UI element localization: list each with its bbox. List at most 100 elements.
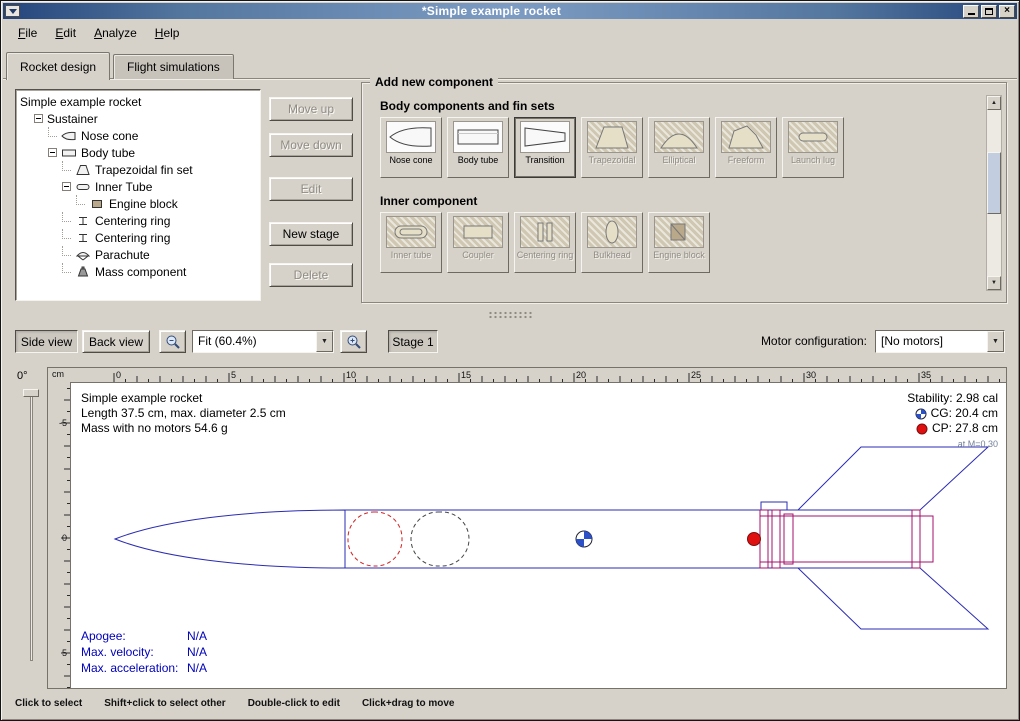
tree-item-label: Trapezoidal fin set — [95, 163, 193, 177]
trapezoidal-icon — [587, 121, 637, 153]
add-bulkhead-button[interactable]: Bulkhead — [581, 212, 643, 273]
add-coupler-button[interactable]: Coupler — [447, 212, 509, 273]
side-view-button[interactable]: Side view — [15, 330, 78, 353]
tree-item-centering-ring[interactable]: Centering ring — [16, 212, 260, 229]
rocket-mass: Mass with no motors 54.6 g — [81, 421, 286, 436]
elliptical-icon — [654, 121, 704, 153]
titlebar[interactable]: *Simple example rocket × — [3, 3, 1017, 19]
zoom-out-button[interactable] — [159, 330, 186, 353]
tree-connector — [62, 161, 71, 171]
svg-text:0: 0 — [62, 533, 67, 543]
add-engine-block-button[interactable]: Engine block — [648, 212, 710, 273]
nosecone-icon — [386, 121, 436, 153]
svg-text:30: 30 — [806, 370, 816, 380]
tab-rocket-design[interactable]: Rocket design — [6, 52, 110, 80]
flight-row-max-acceleration: Max. acceleration:N/A — [81, 660, 207, 676]
engineblock-icon — [89, 198, 105, 210]
tree-item-centering-ring[interactable]: Centering ring — [16, 229, 260, 246]
tree-item-parachute[interactable]: Parachute — [16, 246, 260, 263]
chevron-down-icon[interactable]: ▼ — [316, 331, 333, 352]
rotation-slider[interactable] — [30, 395, 33, 661]
scroll-up-icon[interactable]: ▲ — [987, 96, 1001, 110]
tab-bar: Rocket design Flight simulations — [6, 50, 237, 79]
rocket-view[interactable]: Simple example rocket Length 37.5 cm, ma… — [70, 382, 1006, 688]
component-button-label: Nose cone — [382, 156, 440, 165]
tree-item-inner-tube[interactable]: Inner Tube — [16, 178, 260, 195]
add-inner-tube-button[interactable]: Inner tube — [380, 212, 442, 273]
back-view-button[interactable]: Back view — [82, 330, 150, 353]
add-freeform-button[interactable]: Freeform — [715, 117, 777, 178]
splitter-handle[interactable] — [1, 308, 1019, 322]
add-trapezoidal-button[interactable]: Trapezoidal — [581, 117, 643, 178]
innertube-icon — [386, 216, 436, 248]
tree-connector — [62, 246, 71, 256]
splitter-dots — [488, 311, 532, 319]
scroll-down-icon[interactable]: ▼ — [987, 276, 1001, 290]
tree-item-trapezoidal-fin-set[interactable]: Trapezoidal fin set — [16, 161, 260, 178]
flight-row-apogee: Apogee:N/A — [81, 628, 207, 644]
move-up-button[interactable]: Move up — [269, 97, 353, 121]
tree-expander-icon[interactable] — [48, 148, 57, 157]
add-elliptical-button[interactable]: Elliptical — [648, 117, 710, 178]
tree-item-label: Body tube — [81, 146, 135, 160]
body-tube-shape — [345, 510, 920, 568]
menu-file[interactable]: File — [9, 22, 46, 44]
component-button-label: Body tube — [449, 156, 507, 165]
svg-text:25: 25 — [691, 370, 701, 380]
tree-item-label: Inner Tube — [95, 180, 152, 194]
tree-item-nose-cone[interactable]: Nose cone — [16, 127, 260, 144]
motor-configuration-select[interactable]: [No motors] ▼ — [875, 330, 1005, 353]
tree-expander-icon[interactable] — [62, 182, 71, 191]
tree-item-simple-example-rocket[interactable]: Simple example rocket — [16, 93, 260, 110]
maximize-button[interactable] — [981, 5, 997, 18]
ruler-unit-label: cm — [52, 369, 64, 379]
menu-help[interactable]: Help — [146, 22, 189, 44]
menu-edit[interactable]: Edit — [46, 22, 85, 44]
edit-button[interactable]: Edit — [269, 177, 353, 201]
zoom-select[interactable]: Fit (60.4%) ▼ — [192, 330, 334, 353]
tab-flight-simulations[interactable]: Flight simulations — [113, 54, 234, 79]
tree-expander-icon[interactable] — [34, 114, 43, 123]
cp-value: CP: 27.8 cm — [932, 421, 998, 436]
zoom-value: Fit (60.4%) — [193, 331, 316, 352]
rotation-slider-handle[interactable] — [23, 389, 39, 397]
tree-item-sustainer[interactable]: Sustainer — [16, 110, 260, 127]
motor-configuration-label: Motor configuration: — [761, 330, 867, 353]
cp-marker — [748, 533, 761, 546]
mach-value: at M=0.30 — [907, 437, 998, 452]
move-down-button[interactable]: Move down — [269, 133, 353, 157]
svg-text:5: 5 — [62, 648, 67, 658]
centeringring-icon — [75, 215, 91, 227]
tree-connector — [62, 263, 71, 273]
svg-text:-5: -5 — [59, 418, 67, 428]
tree-item-body-tube[interactable]: Body tube — [16, 144, 260, 161]
add-launch-lug-button[interactable]: Launch lug — [782, 117, 844, 178]
component-button-label: Launch lug — [784, 156, 842, 165]
add-body-tube-button[interactable]: Body tube — [447, 117, 509, 178]
scroll-thumb[interactable] — [987, 152, 1001, 214]
component-scrollbar[interactable]: ▲ ▼ — [986, 95, 1002, 291]
component-button-label: Freeform — [717, 156, 775, 165]
app-icon — [5, 5, 20, 17]
tree-item-label: Nose cone — [81, 129, 138, 143]
close-button[interactable]: × — [999, 5, 1015, 18]
component-tree[interactable]: Simple example rocketSustainer Nose cone B… — [15, 89, 261, 301]
new-stage-button[interactable]: New stage — [269, 222, 353, 246]
chevron-down-icon[interactable]: ▼ — [987, 331, 1004, 352]
tree-item-engine-block[interactable]: Engine block — [16, 195, 260, 212]
motor-configuration-value: [No motors] — [876, 331, 987, 352]
component-button-label: Centering ring — [516, 251, 574, 260]
app-window: *Simple example rocket × FileEditAnalyze… — [0, 0, 1020, 721]
tree-item-label: Centering ring — [95, 231, 170, 245]
menu-analyze[interactable]: Analyze — [85, 22, 146, 44]
stage-1-toggle[interactable]: Stage 1 — [388, 330, 438, 353]
add-centering-ring-button[interactable]: Centering ring — [514, 212, 576, 273]
status-hint: Shift+click to select other — [104, 698, 225, 714]
zoom-in-button[interactable] — [340, 330, 367, 353]
minimize-button[interactable] — [963, 5, 979, 18]
delete-button[interactable]: Delete — [269, 263, 353, 287]
tree-item-mass-component[interactable]: Mass component — [16, 263, 260, 280]
menubar: FileEditAnalyzeHelp — [3, 20, 1017, 45]
add-transition-button[interactable]: Transition — [514, 117, 576, 178]
add-nose-cone-button[interactable]: Nose cone — [380, 117, 442, 178]
